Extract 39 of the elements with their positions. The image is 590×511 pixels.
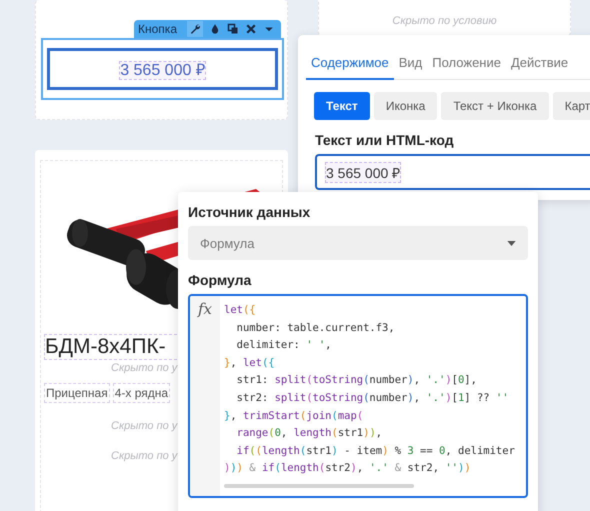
wrench-icon[interactable] xyxy=(187,21,203,37)
product-tag: 4-х рядна xyxy=(114,384,170,402)
field-label: Источник данных xyxy=(188,204,312,220)
field-label: Формула xyxy=(188,272,252,288)
source-select[interactable]: Формула xyxy=(188,226,528,260)
code-line: str2: split(toString(number), '.')[1] ?? '' xyxy=(236,390,510,406)
mode-button[interactable]: Карт xyxy=(552,92,590,120)
field-label: Текст или HTML-код xyxy=(315,132,455,148)
code-line: str1: split(toString(number), '.')[0], xyxy=(236,373,478,388)
code-line: ))) & if(length(str2), '.' & str2, '')) xyxy=(224,461,472,476)
tab[interactable]: Действие xyxy=(506,51,574,79)
code-editor[interactable] xyxy=(188,294,528,498)
code-line: }, let({ xyxy=(224,356,276,371)
code-line: number: table.current.f3, xyxy=(236,320,396,336)
hidden-note: Скрыто по у xyxy=(111,450,178,462)
price-button[interactable]: 3 565 000 ₽ xyxy=(47,48,278,90)
mode-button[interactable]: Иконка xyxy=(374,92,438,120)
close-icon[interactable] xyxy=(245,23,257,35)
code-line: range(0, length(str1)), xyxy=(236,426,384,442)
code-line: delimiter: ' ', xyxy=(236,338,332,354)
hidden-note: Скрыто по условию xyxy=(392,15,497,27)
mode-button[interactable]: Текст + Иконка xyxy=(441,92,549,120)
code-line: let({ xyxy=(224,303,257,318)
scrollbar[interactable] xyxy=(224,484,414,488)
toolbar-label: Кнопка xyxy=(138,22,177,36)
mode-button[interactable]: Текст xyxy=(314,92,370,120)
hidden-note: Скрыто по у xyxy=(111,420,178,432)
caret-icon xyxy=(507,240,516,246)
product-tag: Прицепная xyxy=(45,384,109,402)
hidden-note: Скрыто по у xyxy=(111,362,178,374)
drop-icon[interactable] xyxy=(209,23,221,35)
input-field[interactable]: 3 565 000 ₽ xyxy=(315,154,590,190)
copy-icon[interactable] xyxy=(227,23,239,35)
code-line: }, trimStart(join(map( xyxy=(224,408,364,424)
code-line: if((length(str1) - item) % 3 == 0, delimiter xyxy=(236,444,516,459)
tab[interactable]: Положение xyxy=(427,51,506,79)
function-symbol: fx xyxy=(198,300,212,318)
tab[interactable]: Содержимое xyxy=(306,51,394,80)
tab[interactable]: Вид xyxy=(394,51,428,79)
